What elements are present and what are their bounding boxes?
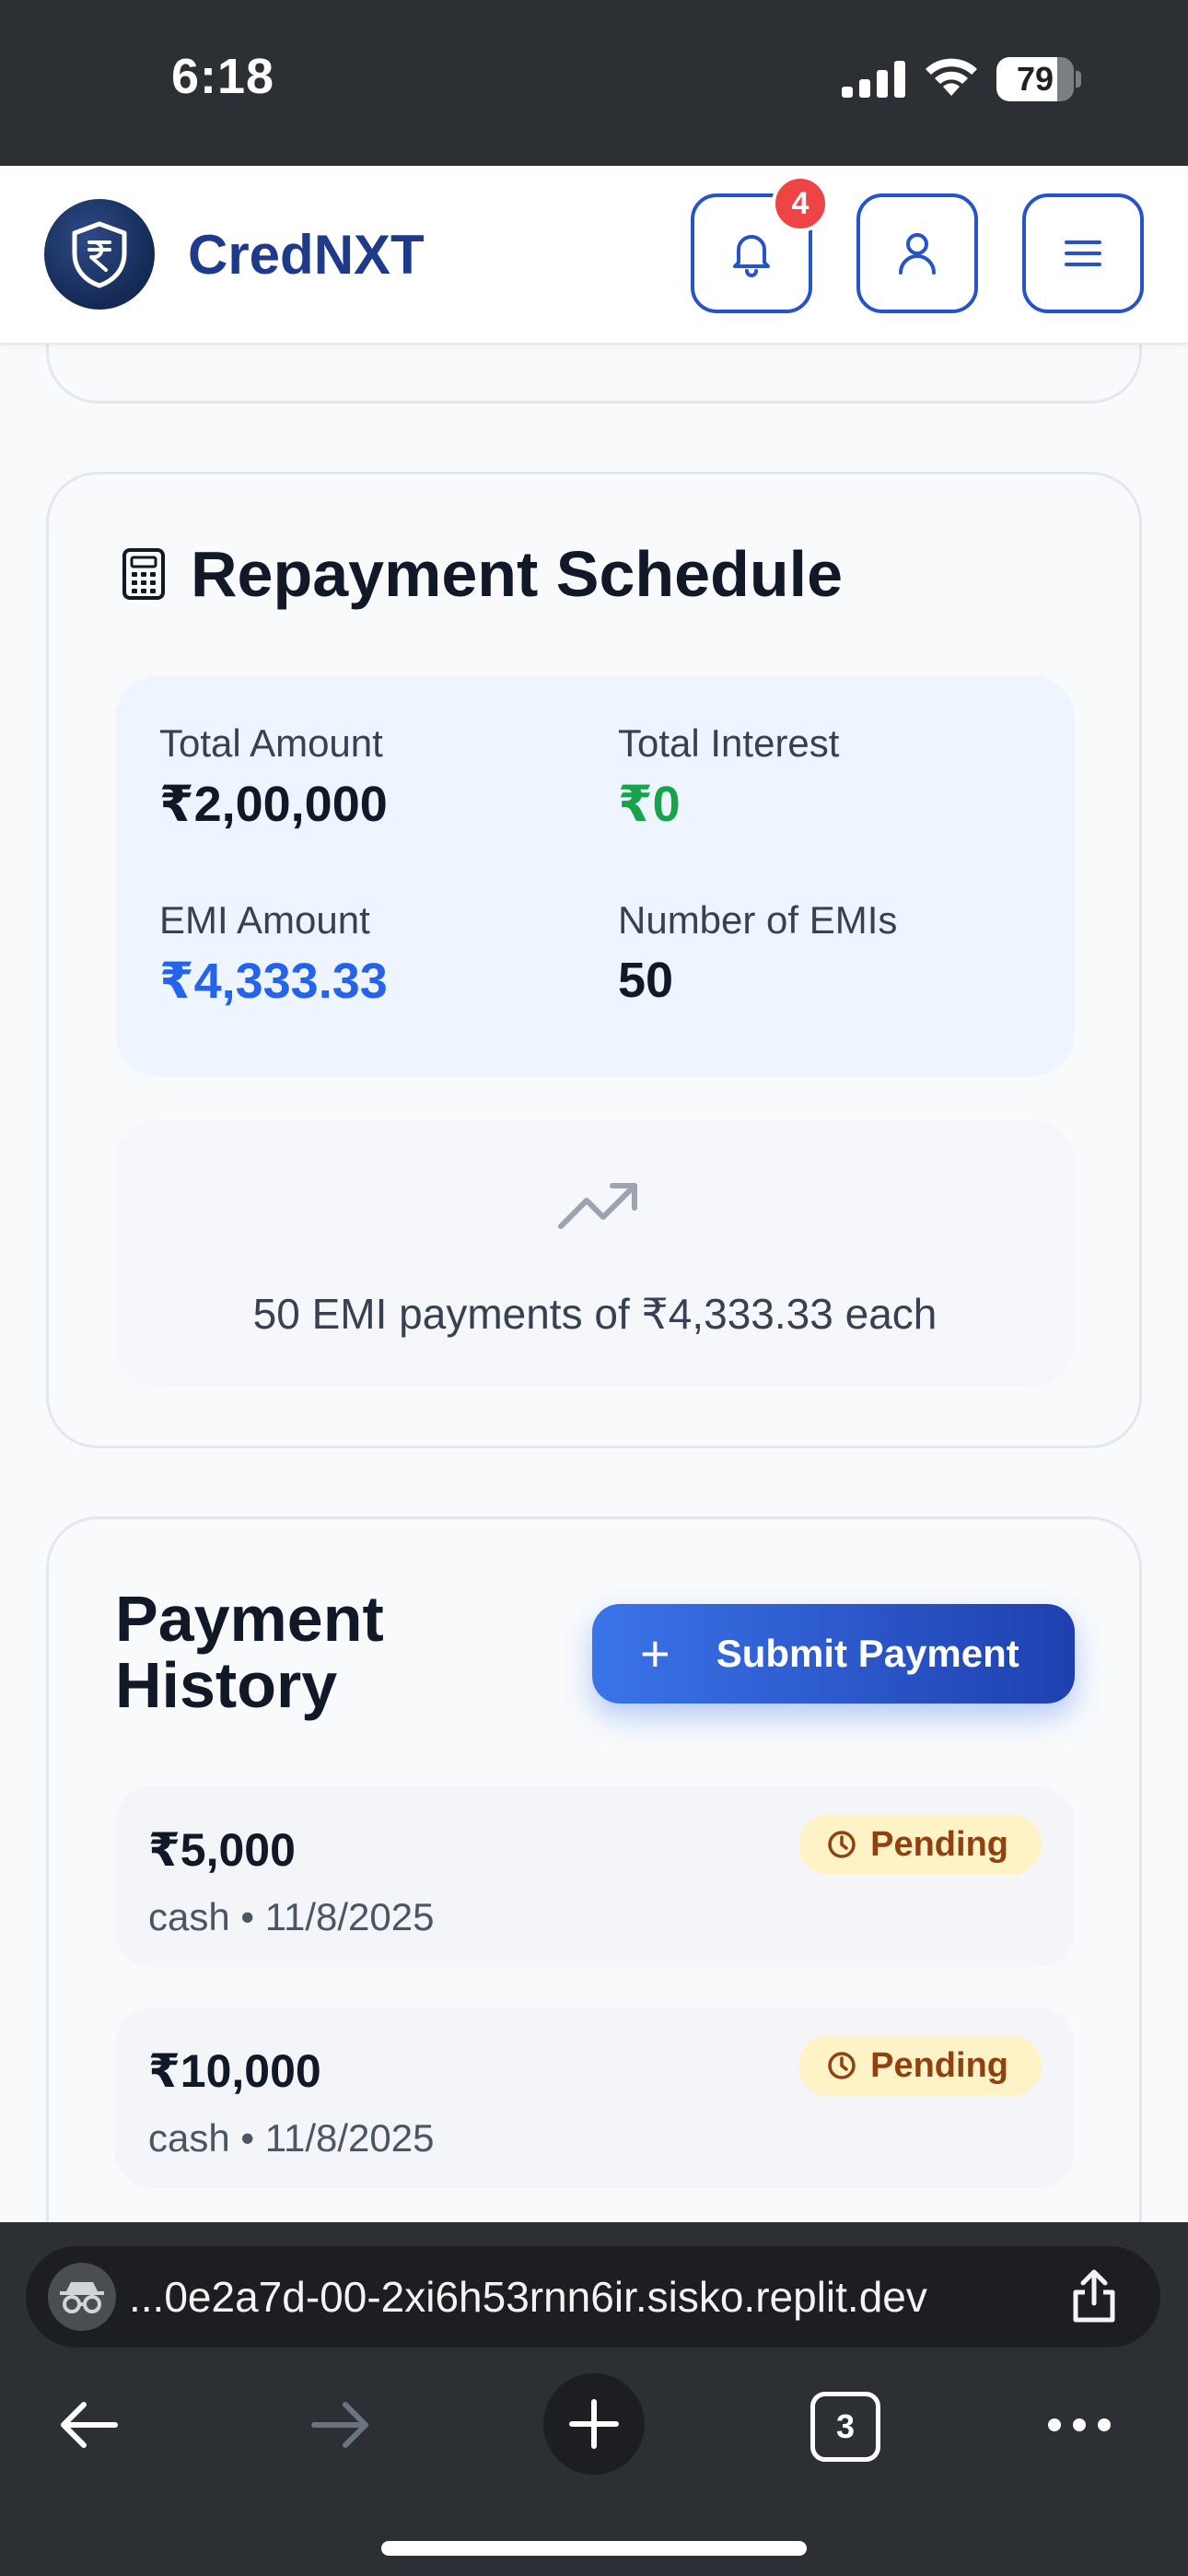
user-icon xyxy=(899,233,936,275)
battery-percent: 79 xyxy=(1016,60,1054,98)
payment-amount: ₹10,000 xyxy=(148,2045,321,2097)
clock-icon xyxy=(828,1831,856,1858)
browser-toolbar: ...0e2a7d-00-2xi6h53rnn6ir.sisko.replit.… xyxy=(0,2222,1188,2576)
submit-payment-label: Submit Payment xyxy=(716,1632,1019,1675)
status-badge: Pending xyxy=(798,1814,1042,1875)
total-interest-value: ₹0 xyxy=(618,777,681,832)
payment-history-title: Payment History xyxy=(115,1583,384,1721)
payment-meta: cash • 11/8/2025 xyxy=(148,2116,435,2160)
app-header: CredNXT 4 xyxy=(0,166,1188,345)
notification-count-badge: 4 xyxy=(772,175,829,232)
number-of-emis: Number of EMIs 50 xyxy=(618,898,897,1009)
total-amount-label: Total Amount xyxy=(159,721,383,765)
more-options-button[interactable] xyxy=(1042,2388,1116,2462)
address-bar[interactable]: ...0e2a7d-00-2xi6h53rnn6ir.sisko.replit.… xyxy=(26,2246,1160,2348)
clock-icon xyxy=(828,2052,856,2079)
hamburger-menu-icon xyxy=(1065,240,1101,266)
forward-button[interactable] xyxy=(304,2388,378,2462)
share-icon[interactable] xyxy=(1066,2266,1122,2325)
repayment-schedule-card: Repayment Schedule Total Amount ₹2,00,00… xyxy=(46,472,1142,1448)
menu-button[interactable] xyxy=(1022,193,1144,313)
battery-icon: 79 xyxy=(996,57,1081,101)
emi-amount: EMI Amount ₹4,333.33 xyxy=(159,898,388,1010)
wifi-icon xyxy=(926,58,977,96)
private-browsing-icon[interactable] xyxy=(48,2263,116,2331)
emi-summary-box: 50 EMI payments of ₹4,333.33 each xyxy=(115,1119,1075,1387)
schedule-summary: Total Amount ₹2,00,000 Total Interest ₹0… xyxy=(115,675,1075,1077)
emi-amount-value: ₹4,333.33 xyxy=(159,954,388,1009)
status-label: Pending xyxy=(870,2045,1008,2085)
url-text: ...0e2a7d-00-2xi6h53rnn6ir.sisko.replit.… xyxy=(129,2273,927,2321)
brand-logo[interactable] xyxy=(44,199,155,310)
total-amount-value: ₹2,00,000 xyxy=(159,777,388,832)
new-tab-button[interactable] xyxy=(543,2373,645,2475)
calculator-icon xyxy=(122,548,165,600)
payment-item[interactable]: ₹5,000 cash • 11/8/2025 Pending xyxy=(115,1786,1075,1967)
ellipsis-icon xyxy=(1048,2418,1111,2431)
status-time: 6:18 xyxy=(171,49,275,104)
arrow-left-icon xyxy=(61,2402,118,2448)
number-of-emis-label: Number of EMIs xyxy=(618,898,898,942)
repayment-schedule-title: Repayment Schedule xyxy=(191,538,843,610)
status-label: Pending xyxy=(870,1824,1008,1864)
trending-up-icon xyxy=(558,1183,637,1229)
status-bar: 6:18 79 xyxy=(0,0,1188,166)
total-interest: Total Interest ₹0 xyxy=(618,721,839,833)
payment-meta: cash • 11/8/2025 xyxy=(148,1895,435,1938)
shield-rupee-icon xyxy=(72,221,127,288)
total-interest-label: Total Interest xyxy=(618,721,840,765)
back-button[interactable] xyxy=(52,2388,125,2462)
cellular-signal-icon xyxy=(842,61,905,98)
plus-icon: + xyxy=(640,1624,670,1682)
payment-item[interactable]: ₹10,000 cash • 11/8/2025 Pending xyxy=(115,2008,1075,2188)
bell-icon xyxy=(733,235,770,277)
number-of-emis-value: 50 xyxy=(618,953,674,1008)
submit-payment-button[interactable]: + Submit Payment xyxy=(592,1604,1075,1704)
total-amount: Total Amount ₹2,00,000 xyxy=(159,721,388,833)
home-indicator[interactable] xyxy=(381,2541,807,2556)
emi-amount-label: EMI Amount xyxy=(159,898,370,942)
payment-amount: ₹5,000 xyxy=(148,1824,296,1876)
repayment-schedule-header: Repayment Schedule xyxy=(121,537,843,611)
emi-note: 50 EMI payments of ₹4,333.33 each xyxy=(252,1290,938,1338)
plus-icon xyxy=(569,2399,619,2449)
profile-button[interactable] xyxy=(856,193,978,313)
brand-name: CredNXT xyxy=(188,224,425,286)
status-badge: Pending xyxy=(798,2035,1042,2096)
tabs-button[interactable]: 3 xyxy=(810,2392,880,2462)
arrow-right-icon xyxy=(311,2402,368,2448)
